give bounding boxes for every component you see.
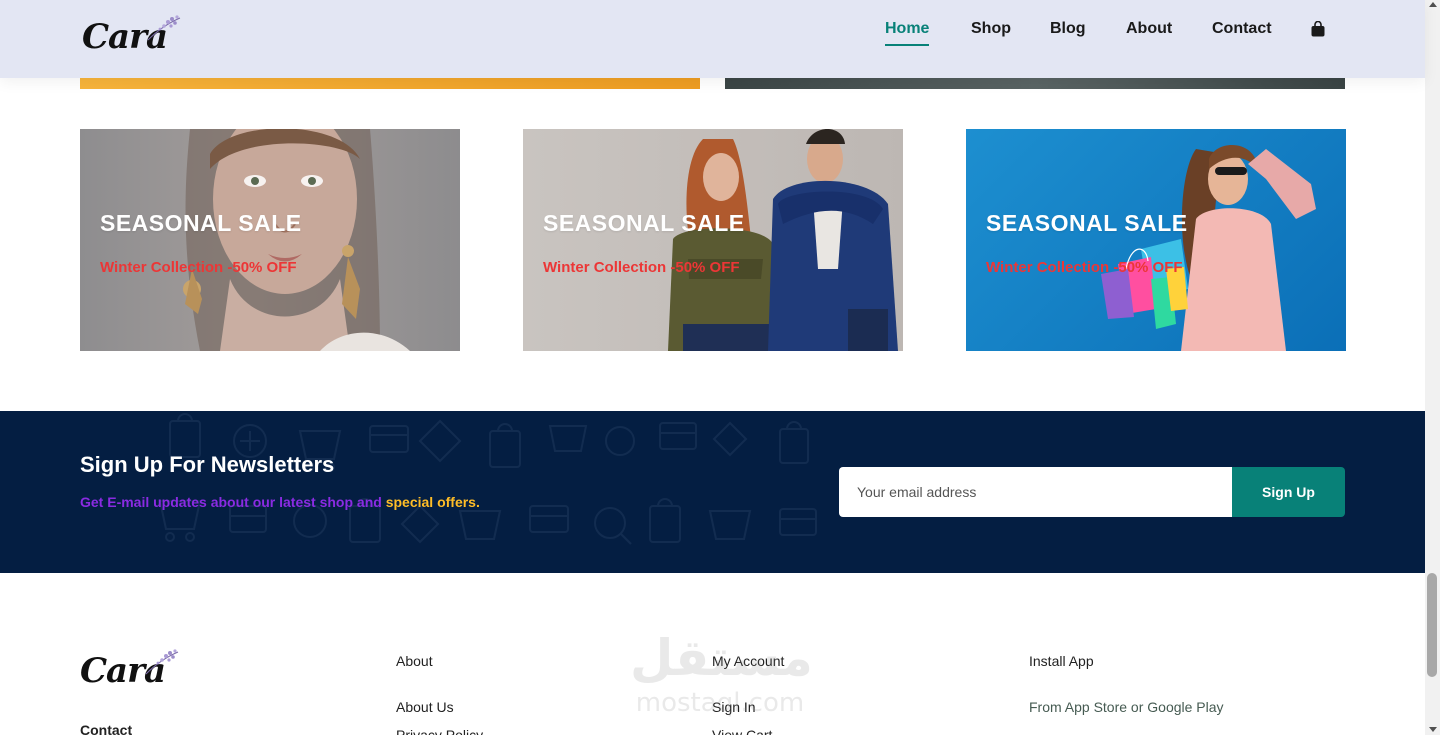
- banner-3-title: SEASONAL SALE: [986, 210, 1188, 236]
- seasonal-banner-2[interactable]: SEASONAL SALE Winter Collection -50% OFF: [523, 129, 903, 351]
- footer-app-store-text: From App Store or Google Play: [1029, 699, 1224, 715]
- banner-2-title: SEASONAL SALE: [543, 210, 745, 236]
- footer-contact-heading: Contact: [80, 722, 133, 735]
- banner-2-subtitle: Winter Collection -50% OFF: [543, 259, 740, 276]
- seasonal-banner-1[interactable]: SEASONAL SALE Winter Collection -50% OFF: [80, 129, 460, 351]
- email-input[interactable]: [839, 467, 1232, 517]
- newsletter-subtitle-highlight: special offers.: [385, 494, 480, 510]
- banner-1-title: SEASONAL SALE: [100, 210, 302, 236]
- site-header: Cara Home Shop Blog About Contact: [0, 0, 1425, 78]
- nav-about-label: About: [1126, 20, 1173, 37]
- scrollbar-thumb[interactable]: [1427, 573, 1437, 677]
- cara-logo[interactable]: Cara: [82, 14, 182, 60]
- banner-3-subtitle: Winter Collection -50% OFF: [986, 259, 1183, 276]
- couple-jackets-photo: [668, 129, 898, 351]
- hero-banner-right-edge: [725, 78, 1345, 89]
- footer-logo[interactable]: Cara: [80, 648, 180, 694]
- nav-about[interactable]: About: [1126, 19, 1172, 39]
- nav-contact-label: Contact: [1212, 20, 1272, 37]
- shopping-doodle-pattern: [158, 413, 817, 545]
- footer-install-app-heading: Install App: [1029, 653, 1094, 669]
- newsletter-subtitle: Get E-mail updates about our latest shop…: [80, 494, 480, 510]
- sign-up-button[interactable]: Sign Up: [1232, 467, 1345, 517]
- nav-contact[interactable]: Contact: [1212, 19, 1272, 39]
- newsletter-subtitle-main: Get E-mail updates about our latest shop…: [80, 494, 386, 510]
- woman-earrings-photo: [183, 129, 410, 351]
- footer-link-view-cart[interactable]: View Cart: [712, 727, 772, 735]
- nav-shop[interactable]: Shop: [971, 19, 1011, 39]
- footer-account-heading: My Account: [712, 653, 785, 669]
- footer-link-about-us[interactable]: About Us: [396, 699, 454, 715]
- nav-shop-label: Shop: [971, 20, 1011, 37]
- footer-about-heading: About: [396, 653, 433, 669]
- newsletter-section: Sign Up For Newsletters Get E-mail updat…: [0, 411, 1425, 573]
- nav-home-label: Home: [885, 20, 930, 37]
- scroll-up-arrow-icon[interactable]: [1429, 2, 1437, 7]
- lavender-sprig-icon: [147, 15, 181, 41]
- nav-blog[interactable]: Blog: [1050, 19, 1086, 39]
- lavender-sprig-icon: [145, 649, 179, 675]
- nav-home[interactable]: Home: [885, 19, 930, 46]
- newsletter-title: Sign Up For Newsletters: [80, 452, 335, 477]
- woman-shopping-bags-photo: [1101, 145, 1316, 351]
- active-underline: [885, 44, 930, 46]
- seasonal-banner-3[interactable]: SEASONAL SALE Winter Collection -50% OFF: [966, 129, 1346, 351]
- footer-link-privacy-policy[interactable]: Privacy Policy: [396, 727, 483, 735]
- page-scrollbar[interactable]: [1425, 0, 1440, 735]
- footer-link-sign-in[interactable]: Sign In: [712, 699, 756, 715]
- scroll-down-arrow-icon[interactable]: [1429, 727, 1437, 732]
- shopping-bag-icon[interactable]: [1311, 21, 1325, 37]
- newsletter-form: Sign Up: [839, 467, 1345, 517]
- banner-1-subtitle: Winter Collection -50% OFF: [100, 259, 297, 276]
- nav-blog-label: Blog: [1050, 20, 1086, 37]
- hero-banner-left-edge: [80, 78, 700, 89]
